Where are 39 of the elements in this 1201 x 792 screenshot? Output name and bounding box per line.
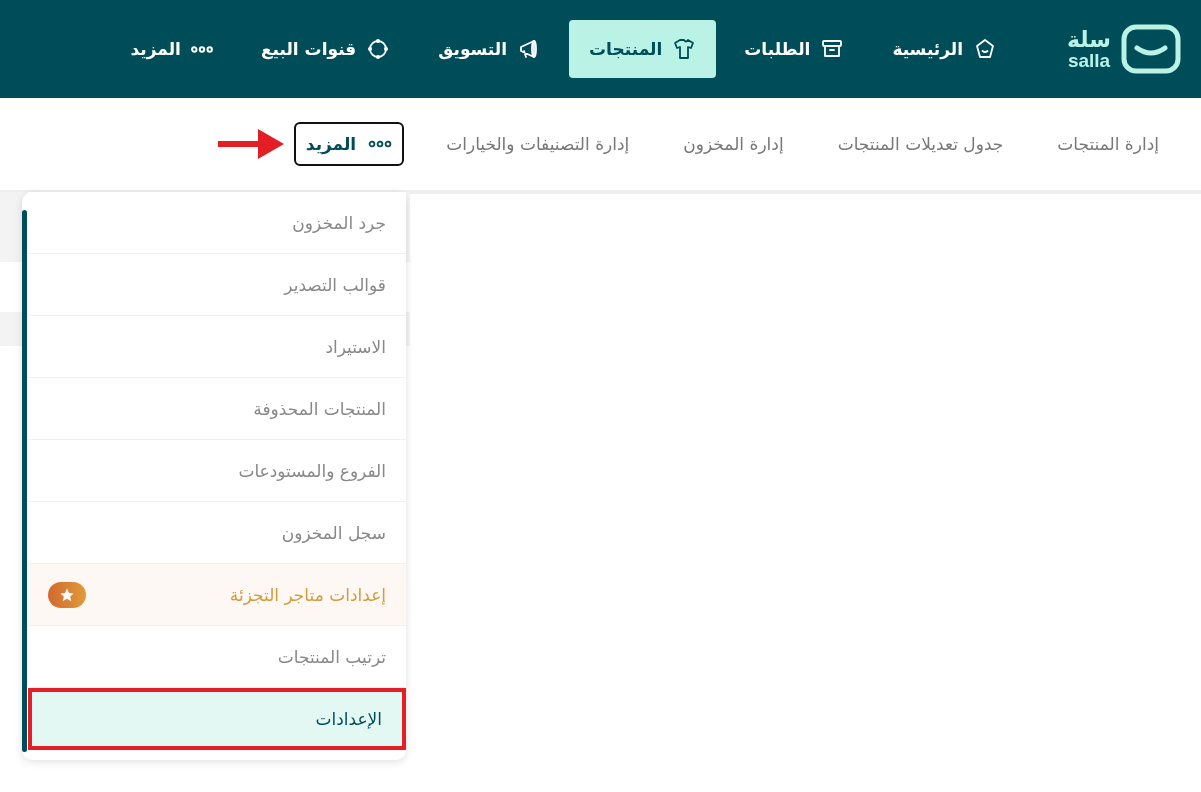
logo-icon: [1121, 24, 1181, 74]
menu-item[interactable]: الإعدادات: [28, 688, 406, 750]
menu-item-label: الاستيراد: [325, 336, 386, 357]
nav-tab[interactable]: المزيد: [110, 20, 233, 78]
nav-tab[interactable]: الرئيسية: [872, 20, 1018, 78]
menu-item-label: جرد المخزون: [292, 212, 386, 233]
menu-item[interactable]: ترتيب المنتجات: [28, 626, 406, 688]
nav-tab[interactable]: الطلبات: [724, 20, 865, 78]
subnav-tab[interactable]: جدول تعديلات المنتجات: [825, 122, 1016, 166]
menu-item[interactable]: الاستيراد: [28, 316, 406, 378]
shirt-icon: [672, 37, 697, 61]
subnav-tab[interactable]: إدارة المنتجات: [1045, 122, 1171, 166]
logo-text: سلة: [1067, 28, 1111, 51]
more-dots-icon: [368, 140, 393, 148]
connected-nodes-icon: [366, 37, 391, 61]
menu-item[interactable]: قوالب التصدير: [28, 254, 406, 316]
star-icon: [59, 586, 75, 603]
subnav-tab[interactable]: إدارة المخزون: [671, 122, 796, 166]
menu-item-label: المنتجات المحذوفة: [253, 398, 386, 419]
menu-item[interactable]: جرد المخزون: [28, 192, 406, 254]
pointer-arrow-icon: [217, 129, 284, 159]
menu-item[interactable]: سجل المخزون: [28, 502, 406, 564]
menu-item[interactable]: إعدادات متاجر التجزئة: [28, 564, 406, 626]
nav-tab[interactable]: التسويق: [418, 20, 562, 78]
menu-item-label: ترتيب المنتجات: [277, 646, 386, 667]
scrollbar[interactable]: [22, 210, 27, 752]
nav-tab[interactable]: قنوات البيع: [240, 20, 411, 78]
menu-item-label: قوالب التصدير: [284, 274, 386, 295]
menu-item-label: الإعدادات: [315, 709, 382, 729]
nav-tab[interactable]: المنتجات: [569, 20, 717, 78]
subnav-tab[interactable]: إدارة التصنيفات والخيارات: [434, 122, 642, 166]
menu-item-label: الفروع والمستودعات: [238, 460, 386, 481]
menu-item-label: سجل المخزون: [281, 522, 386, 543]
logo-text: salla: [1067, 50, 1111, 70]
menu-item[interactable]: الفروع والمستودعات: [28, 440, 406, 502]
more-dots-icon: [190, 45, 213, 53]
menu-item[interactable]: المنتجات المحذوفة: [28, 378, 406, 440]
more-button[interactable]: المزيد: [293, 122, 405, 166]
menu-item-label: إعدادات متاجر التجزئة: [229, 584, 386, 605]
